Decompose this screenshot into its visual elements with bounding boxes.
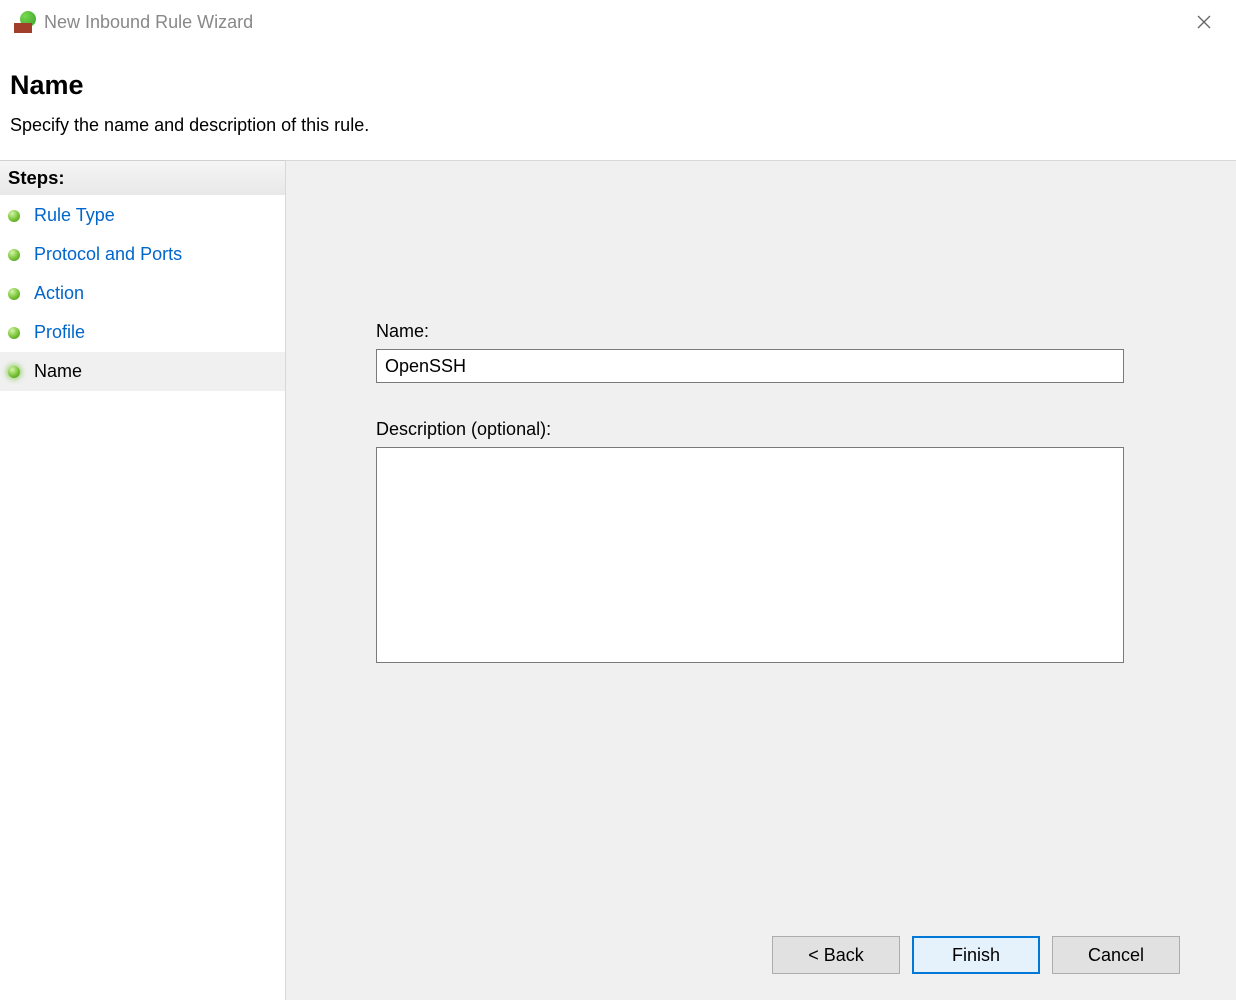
name-input[interactable] xyxy=(376,349,1124,383)
bullet-icon xyxy=(8,210,20,222)
button-row: < Back Finish Cancel xyxy=(286,936,1236,1000)
step-protocol-and-ports[interactable]: Protocol and Ports xyxy=(0,235,285,274)
step-label: Action xyxy=(34,283,84,304)
steps-sidebar: Steps: Rule Type Protocol and Ports Acti… xyxy=(0,160,285,1000)
titlebar: New Inbound Rule Wizard xyxy=(0,0,1236,44)
bullet-icon xyxy=(8,366,20,378)
steps-header: Steps: xyxy=(0,160,285,196)
step-name[interactable]: Name xyxy=(0,352,285,391)
step-profile[interactable]: Profile xyxy=(0,313,285,352)
form-area: Name: Description (optional): xyxy=(286,161,1236,936)
back-button[interactable]: < Back xyxy=(772,936,900,974)
main-panel: Name: Description (optional): < Back Fin… xyxy=(285,160,1236,1000)
close-icon xyxy=(1197,15,1211,29)
step-rule-type[interactable]: Rule Type xyxy=(0,196,285,235)
wizard-header: Name Specify the name and description of… xyxy=(0,44,1236,160)
description-input[interactable] xyxy=(376,447,1124,663)
description-label: Description (optional): xyxy=(376,419,1211,440)
step-action[interactable]: Action xyxy=(0,274,285,313)
page-title: Name xyxy=(10,70,1226,101)
name-label: Name: xyxy=(376,321,1211,342)
bullet-icon xyxy=(8,288,20,300)
firewall-globe-icon xyxy=(14,11,36,33)
step-label: Profile xyxy=(34,322,85,343)
name-group: Name: xyxy=(376,321,1211,383)
step-label: Rule Type xyxy=(34,205,115,226)
window-title: New Inbound Rule Wizard xyxy=(44,12,1184,33)
finish-button[interactable]: Finish xyxy=(912,936,1040,974)
step-label: Name xyxy=(34,361,82,382)
description-group: Description (optional): xyxy=(376,419,1211,668)
step-label: Protocol and Ports xyxy=(34,244,182,265)
cancel-button[interactable]: Cancel xyxy=(1052,936,1180,974)
content-area: Steps: Rule Type Protocol and Ports Acti… xyxy=(0,160,1236,1000)
bullet-icon xyxy=(8,327,20,339)
close-button[interactable] xyxy=(1184,7,1224,37)
page-subtitle: Specify the name and description of this… xyxy=(10,115,1226,136)
bullet-icon xyxy=(8,249,20,261)
